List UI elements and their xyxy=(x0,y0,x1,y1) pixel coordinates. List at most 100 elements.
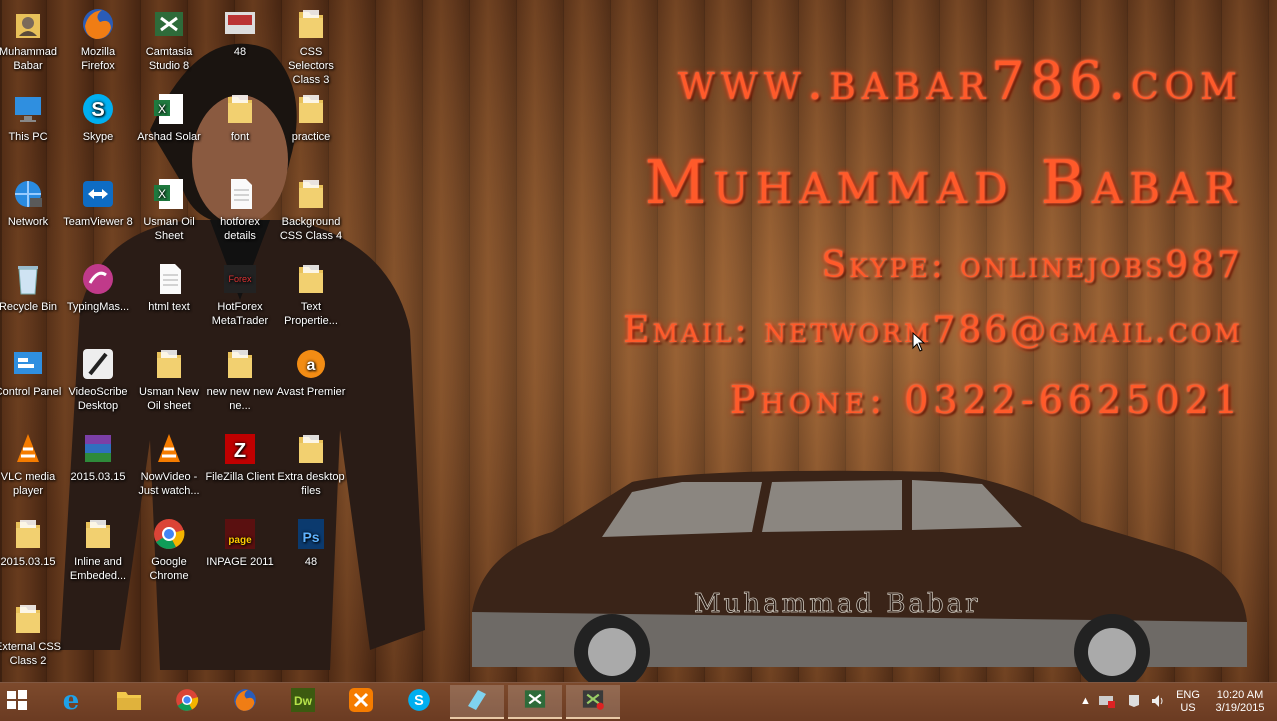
desktop-icon[interactable]: Camtasia Studio 8 xyxy=(134,6,204,73)
desktop-icon-label: Mozilla Firefox xyxy=(80,46,116,72)
svg-text:page: page xyxy=(228,535,252,546)
svg-text:Dw: Dw xyxy=(294,694,313,708)
network-tray-icon[interactable] xyxy=(1098,693,1116,713)
desktop-icon[interactable]: 2015.03.15 xyxy=(0,516,63,569)
desktop-icon[interactable]: page INPAGE 2011 xyxy=(205,516,275,569)
desktop-icon[interactable]: VLC media player xyxy=(0,431,63,498)
camtasia-icon xyxy=(522,686,548,716)
taskbar-button[interactable]: Dw xyxy=(276,685,330,719)
desktop-icon[interactable]: Mozilla Firefox xyxy=(63,6,133,73)
desktop-icon-label: Camtasia Studio 8 xyxy=(145,46,193,72)
desktop-icon-label: Background CSS Class 4 xyxy=(279,216,343,242)
desktop-icon[interactable]: 2015.03.15 xyxy=(63,431,133,484)
region-label: US xyxy=(1180,702,1196,714)
desktop-icon[interactable]: Control Panel xyxy=(0,346,63,399)
network-icon xyxy=(0,176,63,212)
desktop-icon[interactable]: External CSS Class 2 xyxy=(0,601,63,668)
taskbar-button[interactable]: S xyxy=(392,685,446,719)
desktop-icon[interactable]: Usman New Oil sheet xyxy=(134,346,204,413)
desktop-icon[interactable]: Muhammad Babar xyxy=(0,6,63,73)
wallpaper-skype: Skype: onlinejobs987 xyxy=(821,245,1243,286)
svg-text:X: X xyxy=(158,187,166,201)
desktop-icon[interactable]: X Usman Oil Sheet xyxy=(134,176,204,243)
desktop-icon-label: TeamViewer 8 xyxy=(63,216,133,228)
desktop-icon[interactable]: S Skype xyxy=(63,91,133,144)
desktop-icon[interactable]: TeamViewer 8 xyxy=(63,176,133,229)
desktop-icon-label: NowVideo - Just watch... xyxy=(138,471,200,497)
desktop-icon-label: Avast Premier xyxy=(276,386,346,398)
desktop-icon[interactable]: NowVideo - Just watch... xyxy=(134,431,204,498)
desktop-icon-label: External CSS Class 2 xyxy=(0,641,62,667)
skype-icon: S xyxy=(406,687,432,717)
desktop-icon-label: font xyxy=(230,131,250,143)
taskbar-button[interactable] xyxy=(566,685,620,719)
desktop-icon-label: 48 xyxy=(304,556,318,568)
clock-time: 10:20 AM xyxy=(1216,689,1264,701)
action-center-icon[interactable] xyxy=(1126,693,1142,713)
vlc-icon xyxy=(0,431,63,467)
inpage-icon: page xyxy=(205,516,275,552)
desktop-icon[interactable]: VideoScribe Desktop xyxy=(63,346,133,413)
firefox-icon xyxy=(232,687,258,717)
desktop-icon-label: new new new ne... xyxy=(206,386,274,412)
desktop-icon[interactable]: Inline and Embeded... xyxy=(63,516,133,583)
taskbar-button[interactable]: e xyxy=(44,685,98,719)
desktop-icon-label: TypingMas... xyxy=(66,301,130,313)
volume-icon[interactable] xyxy=(1150,693,1166,713)
language-indicator[interactable]: ENG US xyxy=(1172,689,1204,715)
desktop-icon-label: Network xyxy=(7,216,49,228)
desktop-icon-label: hotforex details xyxy=(220,216,260,242)
mouse-cursor-icon xyxy=(912,332,926,352)
desktop-icon[interactable]: TypingMas... xyxy=(63,261,133,314)
xampp-icon xyxy=(348,687,374,717)
desktop-icon[interactable]: Ps 48 xyxy=(276,516,346,569)
videoscribe-icon xyxy=(63,346,133,382)
excel-file-icon: X xyxy=(134,176,204,212)
skype-icon: S xyxy=(63,91,133,127)
desktop-icon[interactable]: a Avast Premier xyxy=(276,346,346,399)
desktop-icon[interactable]: html text xyxy=(134,261,204,314)
desktop-icon[interactable]: Background CSS Class 4 xyxy=(276,176,346,243)
clock[interactable]: 10:20 AM 3/19/2015 xyxy=(1210,689,1270,715)
desktop-icon[interactable]: 48 xyxy=(205,6,275,59)
desktop-icon[interactable]: new new new ne... xyxy=(205,346,275,413)
svg-text:Ps: Ps xyxy=(302,529,319,545)
desktop-icon[interactable]: Extra desktop files xyxy=(276,431,346,498)
tray-show-hidden-icon[interactable]: ▲ xyxy=(1080,695,1091,708)
desktop-icon[interactable]: CSS Selectors Class 3 xyxy=(276,6,346,87)
desktop-icon[interactable]: Forex HotForex MetaTrader xyxy=(205,261,275,328)
taskbar-button[interactable] xyxy=(0,685,34,719)
photoshop-file-icon: Ps xyxy=(276,516,346,552)
desktop-icon[interactable]: Text Propertie... xyxy=(276,261,346,328)
desktop-icon[interactable]: Network xyxy=(0,176,63,229)
wallpaper-website: www.babar786.com xyxy=(677,52,1243,112)
user-folder-icon xyxy=(0,6,63,42)
desktop-icon[interactable]: This PC xyxy=(0,91,63,144)
windows-start-icon xyxy=(6,689,28,715)
desktop-icon-label: Control Panel xyxy=(0,386,62,398)
clock-date: 3/19/2015 xyxy=(1215,702,1265,714)
desktop-icon[interactable]: Z FileZilla Client xyxy=(205,431,275,484)
vlc-icon xyxy=(134,431,204,467)
desktop-icon-label: CSS Selectors Class 3 xyxy=(288,46,334,86)
car-text: Muhammad Babar xyxy=(694,589,981,619)
taskbar-button[interactable] xyxy=(450,685,504,719)
taskbar-button[interactable] xyxy=(218,685,272,719)
desktop-icon[interactable]: X Arshad Solar xyxy=(134,91,204,144)
desktop-icon[interactable]: Recycle Bin xyxy=(0,261,63,314)
desktop-icon[interactable]: hotforex details xyxy=(205,176,275,243)
taskbar-button[interactable] xyxy=(160,685,214,719)
taskbar-button[interactable] xyxy=(334,685,388,719)
folder-icon xyxy=(276,176,346,212)
taskbar-button[interactable] xyxy=(508,685,562,719)
desktop-icon[interactable]: practice xyxy=(276,91,346,144)
desktop-icon-label: practice xyxy=(291,131,331,143)
desktop-icon-label: Arshad Solar xyxy=(137,131,201,143)
folder-icon xyxy=(63,516,133,552)
desktop-icon-label: Inline and Embeded... xyxy=(69,556,127,582)
taskbar-button[interactable] xyxy=(102,685,156,719)
teamviewer-icon xyxy=(63,176,133,212)
desktop-icon[interactable]: font xyxy=(205,91,275,144)
desktop-icon[interactable]: Google Chrome xyxy=(134,516,204,583)
desktop-icon-label: This PC xyxy=(8,131,48,143)
